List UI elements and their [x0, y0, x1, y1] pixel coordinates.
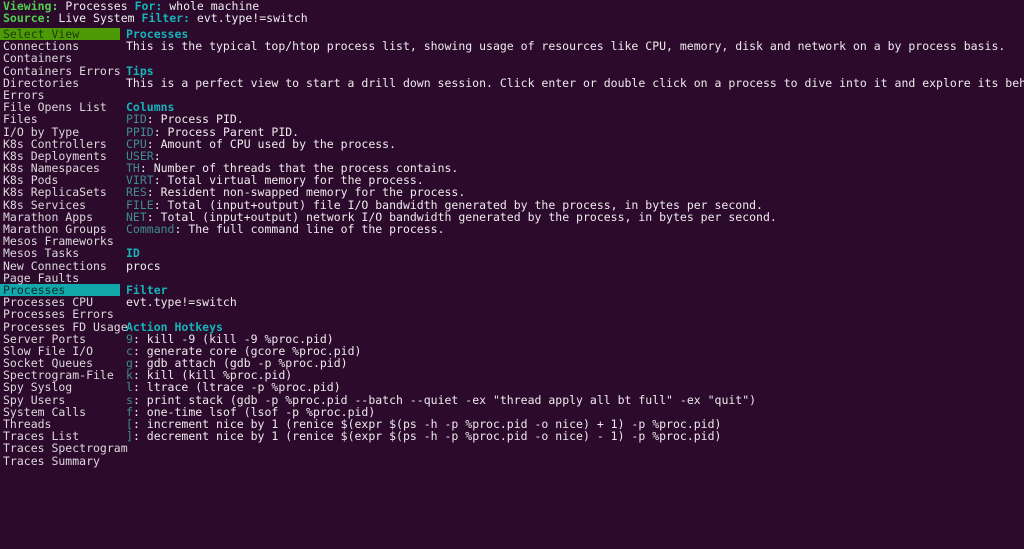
select-view-sidebar[interactable]: Select View Connections Containers Contain…: [0, 28, 128, 467]
sidebar-item-i-o-by-type[interactable]: I/O by Type: [0, 125, 120, 137]
hotkey-row: ]: decrement nice by 1 (renice $(expr $(…: [126, 430, 1024, 442]
sidebar-item-files[interactable]: Files: [0, 113, 120, 125]
tips-text: This is a perfect view to start a drill …: [126, 75, 1024, 90]
sidebar-item-traces-summary[interactable]: Traces Summary: [0, 454, 120, 466]
sidebar-item-new-connections[interactable]: New Connections: [0, 259, 120, 271]
filter-expression: evt.type!=switch: [126, 295, 237, 310]
header-row-source: Source: Live System Filter: evt.type!=sw…: [0, 12, 1024, 24]
hotkeys-list: 9: kill -9 (kill -9 %proc.pid) c: generat…: [126, 333, 1024, 443]
columns-heading: Columns: [126, 100, 175, 115]
sidebar-item-processes-errors[interactable]: Processes Errors: [0, 308, 120, 320]
columns-list: PID: Process PID. PPID: Process Parent PI…: [126, 113, 1024, 235]
column-name: Command: [126, 222, 175, 236]
filter-label: Filter:: [141, 11, 190, 26]
terminal-screen: Viewing: Processes For: whole machine So…: [0, 0, 1024, 549]
column-row: CPU: Amount of CPU used by the process.: [126, 138, 1024, 150]
column-row: Command: The full command line of the pr…: [126, 223, 1024, 235]
column-description: : The full command line of the process.: [174, 222, 445, 236]
sidebar-item-mesos-tasks[interactable]: Mesos Tasks: [0, 247, 120, 259]
hotkey-description: : decrement nice by 1 (renice $(expr $(p…: [132, 429, 722, 444]
sidebar-item-list[interactable]: Connections Containers Containers Errors Di…: [0, 40, 128, 467]
sidebar-item-processes-fd-usage[interactable]: Processes FD Usage: [0, 320, 128, 332]
filter-value: evt.type!=switch: [196, 11, 308, 26]
sidebar-item-spy-users[interactable]: Spy Users: [0, 393, 120, 405]
sidebar-item-spy-syslog[interactable]: Spy Syslog: [0, 381, 120, 393]
view-details-panel: Processes This is the typical top/htop p…: [126, 28, 1024, 442]
status-header: Viewing: Processes For: whole machine So…: [0, 0, 1024, 24]
column-description: : Amount of CPU used by the process.: [146, 136, 397, 151]
tips-heading: Tips: [126, 63, 154, 78]
source-label: Source:: [3, 11, 52, 26]
sidebar-item-k8s-services[interactable]: K8s Services: [0, 198, 120, 210]
filter-heading: Filter: [126, 282, 168, 297]
sidebar-item-containers[interactable]: Containers: [0, 52, 120, 64]
source-value: Live System: [58, 11, 135, 26]
id-value: procs: [126, 258, 161, 273]
hotkey-key: ]: [126, 429, 133, 444]
id-heading: ID: [126, 246, 140, 261]
sidebar-item-k8s-replicasets[interactable]: K8s ReplicaSets: [0, 186, 120, 198]
sidebar-item-containers-errors[interactable]: Containers Errors: [0, 64, 121, 76]
view-description: This is the typical top/htop process lis…: [126, 39, 1006, 54]
sidebar-item-traces-spectrogram[interactable]: Traces Spectrogram: [0, 442, 128, 454]
